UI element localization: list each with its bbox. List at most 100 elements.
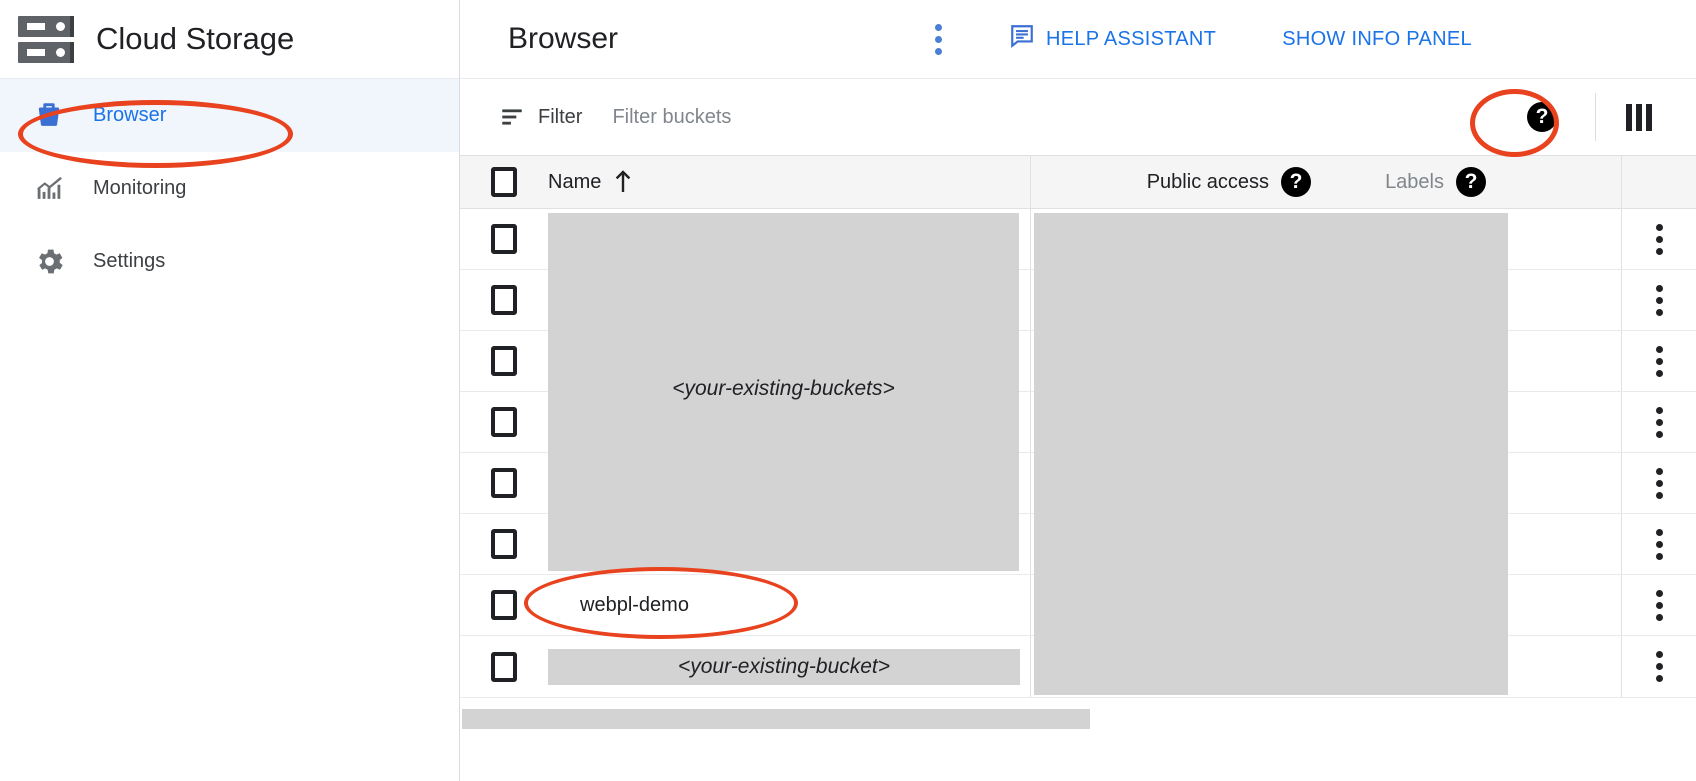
column-header-public-access[interactable]: Public access ?	[1031, 167, 1321, 197]
sidebar-item-monitoring[interactable]: Monitoring	[0, 152, 459, 225]
kebab-menu-icon[interactable]	[1644, 344, 1674, 378]
column-divider	[1621, 156, 1622, 208]
select-all-cell	[460, 167, 548, 197]
table-header-row: Name Public access ? Labels ?	[460, 156, 1696, 209]
column-divider	[1030, 575, 1031, 635]
table-row[interactable]: <your-existing-bucket>	[460, 636, 1696, 698]
row-webpl-demo[interactable]: webpl-demo	[460, 575, 1696, 636]
brand-header: Cloud Storage	[0, 0, 459, 79]
help-circle-icon[interactable]: ?	[1281, 167, 1311, 197]
row-actions-cell	[1622, 283, 1696, 317]
kebab-menu-icon[interactable]	[1644, 222, 1674, 256]
filter-input[interactable]	[612, 105, 1043, 129]
sidebar: Cloud Storage Browser Monitoring Setting…	[0, 0, 460, 781]
table-row[interactable]	[460, 331, 1696, 392]
row-select-cell	[460, 407, 548, 437]
kebab-menu-icon[interactable]	[1644, 405, 1674, 439]
row-name-label[interactable]: webpl-demo	[580, 594, 689, 617]
row-name-cell: webpl-demo	[548, 594, 1030, 617]
row-checkbox[interactable]	[491, 346, 517, 376]
chat-bubble-icon	[1009, 23, 1035, 55]
row-select-cell	[460, 346, 548, 376]
row-select-cell	[460, 285, 548, 315]
filter-label: Filter	[538, 105, 583, 128]
help-circle-icon: ?	[1527, 102, 1557, 132]
row-checkbox[interactable]	[491, 529, 517, 559]
select-all-checkbox[interactable]	[491, 167, 517, 197]
filter-bar-actions: ?	[1513, 79, 1696, 155]
columns-button[interactable]	[1610, 88, 1668, 146]
show-info-panel-button[interactable]: SHOW INFO PANEL	[1282, 28, 1472, 51]
table-row[interactable]	[460, 453, 1696, 514]
sidebar-item-label: Monitoring	[93, 177, 187, 199]
main-content: Browser HELP ASSISTANT SHOW INFO PANEL F…	[460, 0, 1696, 781]
app-root: Cloud Storage Browser Monitoring Setting…	[0, 0, 1696, 781]
row-actions-cell	[1622, 527, 1696, 561]
row-checkbox[interactable]	[491, 407, 517, 437]
server-racks-icon	[18, 15, 74, 63]
row-checkbox[interactable]	[491, 651, 517, 682]
row-name-redacted-label: <your-existing-bucket>	[548, 648, 1020, 685]
column-divider	[1030, 392, 1031, 452]
column-header-labels-label: Labels	[1385, 170, 1444, 193]
show-info-panel-label: SHOW INFO PANEL	[1282, 27, 1472, 50]
row-select-cell	[460, 590, 548, 620]
table-row[interactable]	[460, 514, 1696, 575]
help-circle-icon[interactable]: ?	[1456, 167, 1486, 197]
header-actions: HELP ASSISTANT SHOW INFO PANEL	[915, 0, 1472, 78]
column-divider	[1030, 453, 1031, 513]
sidebar-item-label: Browser	[93, 104, 167, 126]
row-checkbox[interactable]	[491, 224, 517, 254]
help-assistant-button[interactable]: HELP ASSISTANT	[1009, 23, 1216, 55]
sort-ascending-arrow-icon	[614, 170, 632, 194]
row-select-cell	[460, 468, 548, 498]
kebab-menu-icon[interactable]	[915, 16, 961, 62]
column-divider	[1030, 209, 1031, 269]
row-select-cell	[460, 651, 548, 682]
row-name-cell: <your-existing-bucket>	[548, 648, 1030, 685]
filter-icon	[499, 104, 525, 130]
kebab-menu-icon[interactable]	[1644, 283, 1674, 317]
row-checkbox[interactable]	[491, 590, 517, 620]
sidebar-item-label: Settings	[93, 250, 166, 272]
divider	[1595, 93, 1596, 141]
table-row[interactable]	[460, 209, 1696, 270]
table-row[interactable]	[460, 270, 1696, 331]
sidebar-item-browser[interactable]: Browser	[0, 79, 459, 152]
buckets-table: Name Public access ? Labels ? webpl-demo…	[460, 156, 1696, 698]
column-header-labels[interactable]: Labels ?	[1321, 167, 1496, 197]
bucket-icon	[30, 97, 68, 135]
row-actions-cell	[1622, 466, 1696, 500]
kebab-menu-icon[interactable]	[1644, 466, 1674, 500]
table-row[interactable]	[460, 392, 1696, 453]
column-header-public-access-label: Public access	[1146, 170, 1269, 193]
row-actions-cell	[1622, 405, 1696, 439]
column-divider	[1030, 636, 1031, 697]
row-actions-cell	[1622, 588, 1696, 622]
chart-line-icon	[30, 170, 68, 208]
column-divider	[1030, 270, 1031, 330]
kebab-menu-icon[interactable]	[1644, 527, 1674, 561]
row-select-cell	[460, 224, 548, 254]
column-header-name[interactable]: Name	[548, 170, 1030, 194]
row-actions-cell	[1622, 222, 1696, 256]
kebab-menu-icon[interactable]	[1644, 650, 1674, 684]
sidebar-item-settings[interactable]: Settings	[0, 225, 459, 298]
row-checkbox[interactable]	[491, 285, 517, 315]
row-actions-cell	[1622, 650, 1696, 684]
product-title: Cloud Storage	[96, 21, 295, 56]
columns-icon	[1626, 103, 1652, 131]
help-assistant-label: HELP ASSISTANT	[1046, 27, 1217, 50]
gear-icon	[30, 243, 68, 281]
page-title: Browser	[508, 22, 619, 55]
main-header: Browser HELP ASSISTANT SHOW INFO PANEL	[460, 0, 1696, 79]
redaction-block-footer	[462, 709, 1090, 729]
row-actions-cell	[1622, 344, 1696, 378]
row-select-cell	[460, 529, 548, 559]
sidebar-nav: Browser Monitoring Settings	[0, 79, 459, 298]
filter-help-button[interactable]: ?	[1513, 88, 1571, 146]
filter-bar: Filter ?	[460, 79, 1696, 157]
kebab-menu-icon[interactable]	[1644, 588, 1674, 622]
row-checkbox[interactable]	[491, 468, 517, 498]
column-divider	[1030, 331, 1031, 391]
